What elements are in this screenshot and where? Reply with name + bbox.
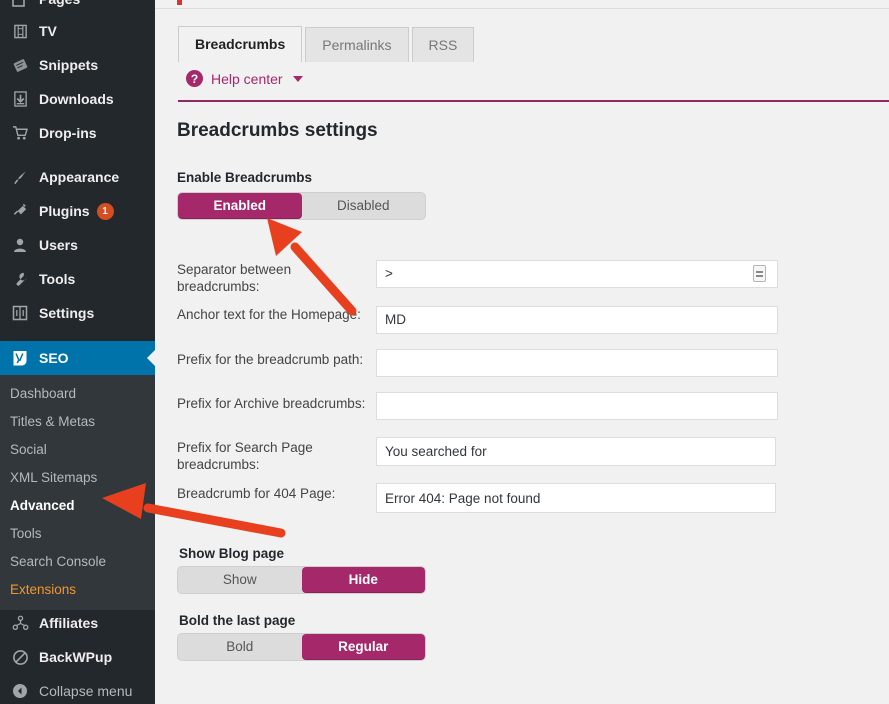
search-prefix-input[interactable]	[376, 437, 776, 466]
sidebar-item-plugins[interactable]: Plugins 1	[0, 194, 155, 228]
bold-last-page-label: Bold the last page	[179, 613, 296, 628]
user-icon	[9, 235, 31, 255]
bold-last-page-toggle[interactable]: Bold Regular	[177, 633, 426, 661]
sidebar-item-label: Snippets	[39, 57, 99, 73]
main-content: Breadcrumbs Permalinks RSS ? Help center…	[155, 0, 889, 704]
collapse-menu-label: Collapse menu	[39, 683, 133, 699]
notice-marker	[177, 0, 182, 5]
archive-prefix-label: Prefix for Archive breadcrumbs:	[177, 396, 366, 411]
help-center-divider	[178, 100, 889, 102]
separator-input[interactable]	[376, 260, 778, 288]
toggle-option-regular[interactable]: Regular	[301, 634, 425, 660]
seo-submenu: Dashboard Titles & Metas Social XML Site…	[0, 375, 155, 610]
toggle-option-enabled[interactable]: Enabled	[178, 193, 302, 219]
show-blog-page-toggle[interactable]: Show Hide	[177, 566, 426, 594]
search-prefix-label: Prefix for Search Page breadcrumbs:	[177, 440, 313, 472]
top-divider	[155, 8, 889, 9]
sidebar-item-snippets[interactable]: Snippets	[0, 48, 155, 82]
page-title: Breadcrumbs settings	[177, 120, 378, 141]
sidebar-item-users[interactable]: Users	[0, 228, 155, 262]
sidebar-item-settings[interactable]: Settings	[0, 296, 155, 330]
submenu-item-tools[interactable]: Tools	[0, 520, 155, 548]
tab-breadcrumbs[interactable]: Breadcrumbs	[178, 26, 303, 62]
brush-icon	[9, 167, 31, 187]
sidebar-item-label: SEO	[39, 350, 69, 366]
sidebar-item-label: TV	[39, 23, 57, 39]
separator-stepper-icon[interactable]	[753, 265, 766, 282]
sidebar-item-label: Appearance	[39, 169, 120, 185]
sidebar-item-seo[interactable]: SEO	[0, 341, 155, 375]
submenu-item-search-console[interactable]: Search Console	[0, 548, 155, 576]
submenu-item-social[interactable]: Social	[0, 436, 155, 464]
sidebar-item-label: Users	[39, 237, 78, 253]
error-404-label: Breadcrumb for 404 Page:	[177, 486, 336, 501]
download-icon	[9, 89, 31, 109]
separator-field-label: Separator between breadcrumbs:	[177, 262, 292, 294]
help-center-label: Help center	[211, 70, 283, 87]
chevron-down-icon	[292, 75, 303, 82]
tab-rss[interactable]: RSS	[411, 27, 475, 62]
snippets-icon	[9, 55, 31, 75]
yoast-icon	[9, 348, 31, 368]
admin-sidebar: Pages TV Snippets Downloads	[0, 0, 155, 704]
sidebar-item-affiliates[interactable]: Affiliates	[0, 606, 155, 640]
cart-icon	[9, 123, 31, 143]
sidebar-item-label: Settings	[39, 305, 95, 321]
backwpup-icon	[9, 647, 31, 667]
sidebar-item-label: BackWPup	[39, 649, 113, 665]
question-mark-icon: ?	[186, 70, 203, 87]
enable-breadcrumbs-toggle[interactable]: Enabled Disabled	[177, 192, 426, 220]
sidebar-item-label: Plugins	[39, 203, 90, 219]
path-prefix-input[interactable]	[376, 349, 778, 377]
affiliates-icon	[9, 613, 31, 633]
toggle-option-bold[interactable]: Bold	[178, 634, 302, 660]
sidebar-item-label: Affiliates	[39, 615, 99, 631]
sidebar-item-label: Tools	[39, 271, 76, 287]
collapse-icon	[9, 681, 31, 701]
sidebar-item-backwpup[interactable]: BackWPup	[0, 640, 155, 674]
sidebar-item-drop-ins[interactable]: Drop-ins	[0, 116, 155, 150]
settings-tabs: Breadcrumbs Permalinks RSS	[178, 26, 477, 62]
plugins-update-badge: 1	[96, 202, 114, 220]
toggle-option-disabled[interactable]: Disabled	[302, 193, 426, 219]
current-menu-notch	[147, 349, 155, 367]
toggle-option-hide[interactable]: Hide	[301, 567, 425, 593]
plug-icon	[9, 201, 31, 221]
error-404-input[interactable]	[376, 483, 776, 513]
toggle-option-show[interactable]: Show	[178, 567, 302, 593]
pages-icon	[9, 0, 31, 9]
settings-icon	[9, 303, 31, 323]
path-prefix-label: Prefix for the breadcrumb path:	[177, 352, 364, 367]
film-icon	[9, 21, 31, 41]
show-blog-page-label: Show Blog page	[179, 546, 285, 561]
tab-permalinks[interactable]: Permalinks	[305, 27, 409, 62]
sidebar-item-downloads[interactable]: Downloads	[0, 82, 155, 116]
submenu-item-dashboard[interactable]: Dashboard	[0, 380, 155, 408]
collapse-menu-button[interactable]: Collapse menu	[0, 674, 155, 704]
homepage-anchor-input[interactable]	[376, 306, 778, 334]
archive-prefix-input[interactable]	[376, 392, 778, 420]
sidebar-item-label: Drop-ins	[39, 125, 97, 141]
submenu-item-extensions[interactable]: Extensions	[0, 576, 155, 604]
homepage-anchor-label: Anchor text for the Homepage:	[177, 307, 361, 322]
sidebar-item-appearance[interactable]: Appearance	[0, 160, 155, 194]
help-center-toggle[interactable]: ? Help center	[186, 70, 303, 87]
sidebar-item-tv[interactable]: TV	[0, 14, 155, 48]
submenu-item-titles-metas[interactable]: Titles & Metas	[0, 408, 155, 436]
submenu-item-xml-sitemaps[interactable]: XML Sitemaps	[0, 464, 155, 492]
enable-breadcrumbs-label: Enable Breadcrumbs	[177, 170, 313, 185]
sidebar-item-tools[interactable]: Tools	[0, 262, 155, 296]
sidebar-item-label: Downloads	[39, 91, 114, 107]
admin-screen: Pages TV Snippets Downloads	[0, 0, 889, 704]
wrench-icon	[9, 269, 31, 289]
submenu-item-advanced[interactable]: Advanced	[0, 492, 155, 520]
sidebar-item-label: Pages	[39, 0, 80, 7]
